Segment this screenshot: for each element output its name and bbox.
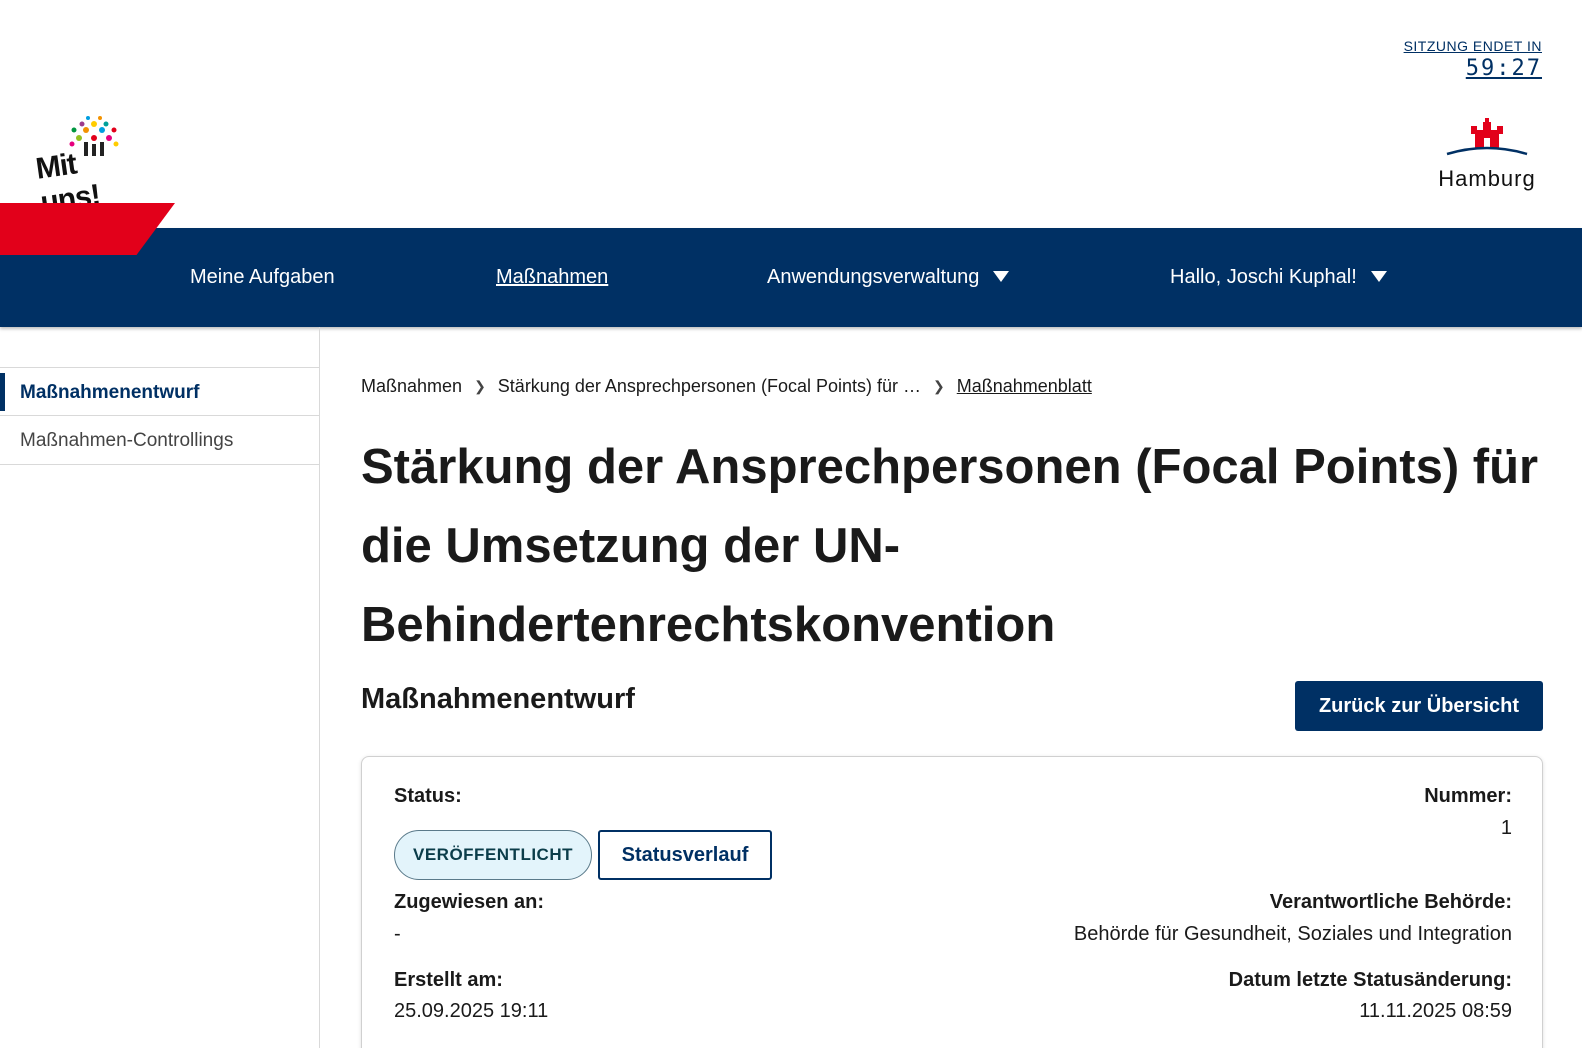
session-timer[interactable]: SITZUNG ENDET IN 59:27 xyxy=(1404,38,1542,81)
chevron-right-icon: ❯ xyxy=(933,378,945,394)
nav-item-user-menu[interactable]: Hallo, Joschi Kuphal! xyxy=(1170,228,1387,327)
assigned-value: - xyxy=(394,923,401,945)
page-title: Stärkung der Ansprechpersonen (Focal Poi… xyxy=(361,440,1539,652)
nav-item-label: Meine Aufgaben xyxy=(190,266,335,288)
status-change-label: Datum letzte Statusänderung: xyxy=(1228,969,1512,991)
hamburg-logo-text: Hamburg xyxy=(1438,166,1536,191)
sidebar-item-massnahmenentwurf[interactable]: Maßnahmenentwurf xyxy=(0,367,320,416)
back-to-overview-button[interactable]: Zurück zur Übersicht xyxy=(1295,681,1543,731)
created-label: Erstellt am: xyxy=(394,969,503,991)
measure-details-card: Status: VERÖFFENTLICHT Statusverlauf Num… xyxy=(361,756,1543,1048)
session-timer-value[interactable]: 59:27 xyxy=(1404,56,1542,81)
session-timer-label[interactable]: SITZUNG ENDET IN xyxy=(1404,38,1542,54)
main-nav: Meine Aufgaben Maßnahmen Anwendungsverwa… xyxy=(0,228,1582,327)
authority-value: Behörde für Gesundheit, Soziales und Int… xyxy=(1073,923,1512,945)
sidebar: Maßnahmenentwurf Maßnahmen-Controllings xyxy=(0,327,320,1048)
sidebar-item-label: Maßnahmen-Controllings xyxy=(20,430,234,451)
breadcrumb-item-massnahmen[interactable]: Maßnahmen xyxy=(361,376,462,397)
status-history-button[interactable]: Statusverlauf xyxy=(598,830,772,880)
sidebar-item-massnahmen-controllings[interactable]: Maßnahmen-Controllings xyxy=(0,416,320,465)
caret-down-icon xyxy=(1370,271,1387,283)
nav-item-label: Hallo, Joschi Kuphal! xyxy=(1170,266,1357,288)
assigned-label: Zugewiesen an: xyxy=(394,891,545,913)
breadcrumb-item-measure[interactable]: Stärkung der Ansprechpersonen (Focal Poi… xyxy=(498,376,921,397)
status-badge: VERÖFFENTLICHT xyxy=(394,830,592,880)
nav-item-anwendungsverwaltung[interactable]: Anwendungsverwaltung xyxy=(767,228,1010,327)
chevron-right-icon: ❯ xyxy=(474,378,486,394)
status-change-value: 11.11.2025 08:59 xyxy=(1359,1000,1512,1022)
page-subtitle: Maßnahmenentwurf xyxy=(361,683,635,715)
nav-item-label: Maßnahmen xyxy=(496,266,609,288)
caret-down-icon xyxy=(993,271,1010,283)
breadcrumb: Maßnahmen ❯ Stärkung der Ansprechpersone… xyxy=(361,376,1092,397)
created-value: 25.09.2025 19:11 xyxy=(394,1000,549,1022)
header: SITZUNG ENDET IN 59:27 Mit uns! Hamburg xyxy=(0,0,1582,228)
number-label: Nummer: xyxy=(1424,785,1512,807)
nav-item-meine-aufgaben[interactable]: Meine Aufgaben xyxy=(190,228,335,327)
nav-item-label: Anwendungsverwaltung xyxy=(767,266,980,288)
hamburg-logo[interactable]: Hamburg xyxy=(1432,118,1542,192)
nav-item-massnahmen[interactable]: Maßnahmen xyxy=(496,228,608,327)
number-value: 1 xyxy=(1500,817,1512,839)
mit-uns-logo[interactable]: Mit uns! xyxy=(34,116,136,219)
breadcrumb-item-current[interactable]: Maßnahmenblatt xyxy=(957,376,1092,397)
authority-label: Verantwortliche Behörde: xyxy=(1269,891,1512,913)
status-label: Status: xyxy=(394,785,462,807)
hamburg-castle-icon xyxy=(1446,118,1528,156)
sidebar-item-label: Maßnahmenentwurf xyxy=(20,382,200,403)
